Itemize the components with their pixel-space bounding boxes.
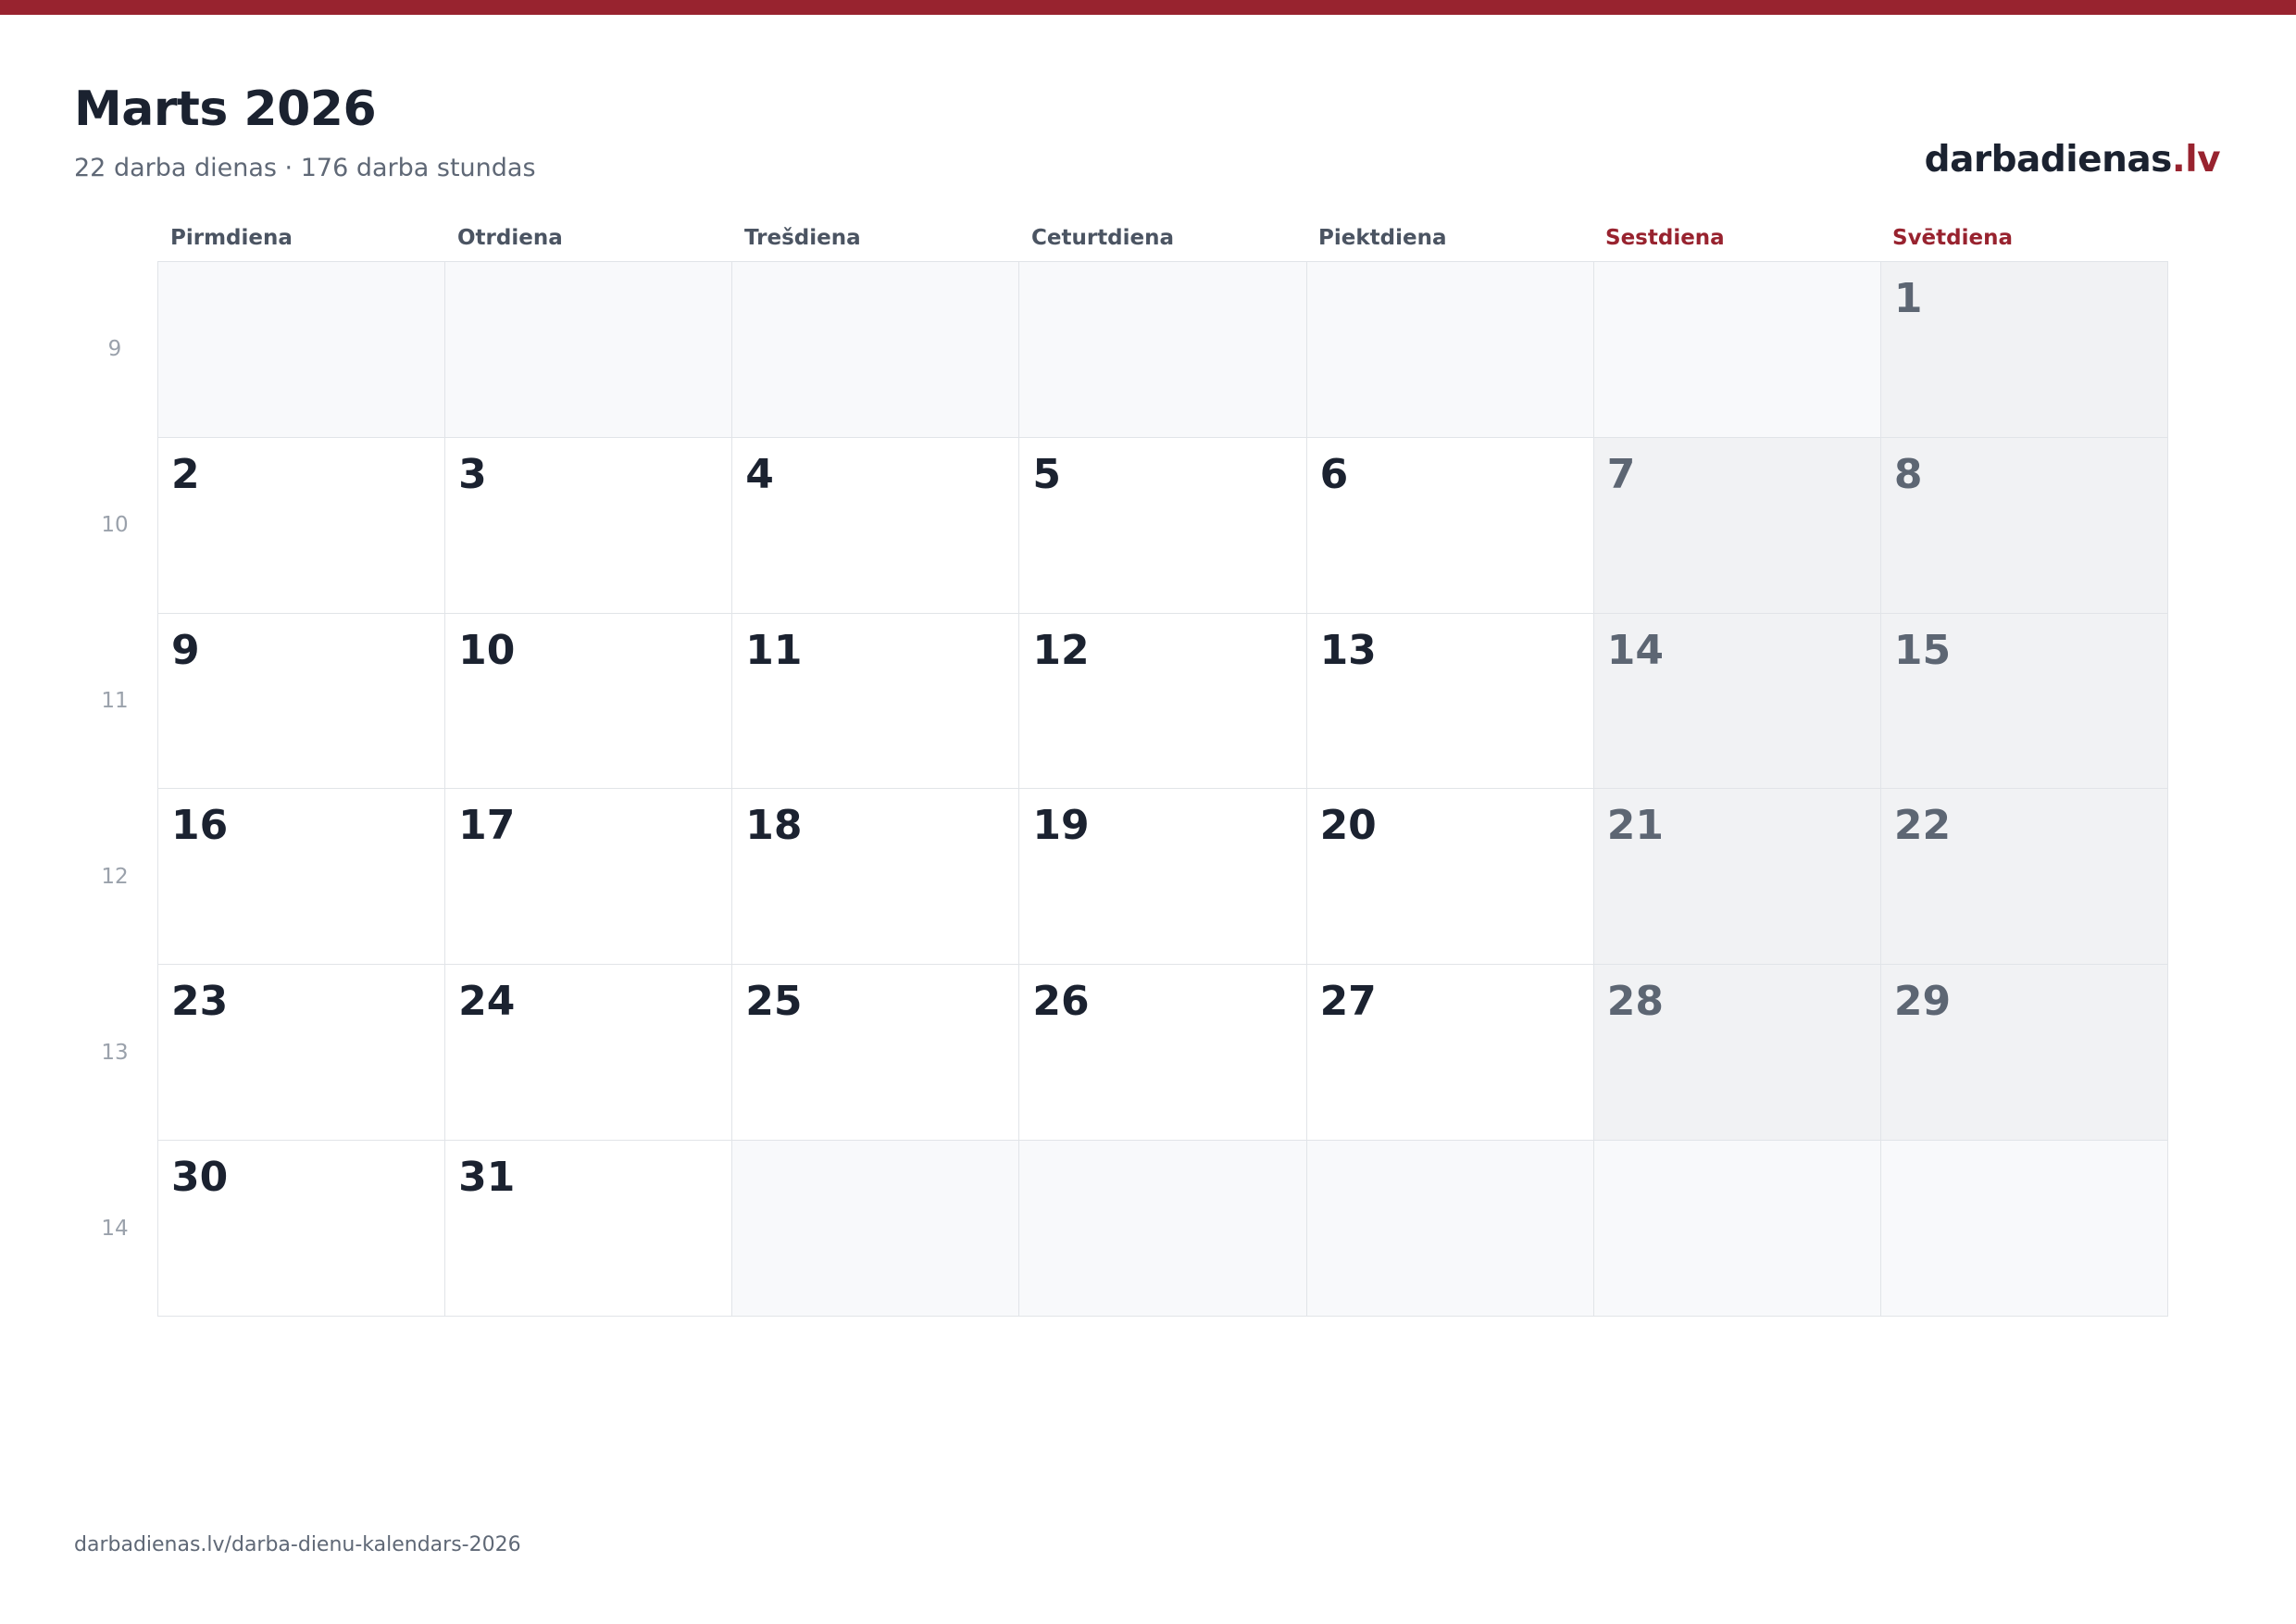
calendar-cell: 20 <box>1306 789 1594 966</box>
calendar-cell-empty <box>1593 262 1881 438</box>
day-number: 6 <box>1319 450 1349 498</box>
calendar-cell-weekend: 1 <box>1880 262 2168 438</box>
weekday-label-weekend: Svētdiena <box>1892 226 2013 250</box>
calendar-cell-empty <box>445 262 733 438</box>
calendar-cell-empty <box>1306 262 1594 438</box>
brand-tld: .lv <box>2171 139 2221 181</box>
weekday-label: Ceturtdiena <box>1031 226 1175 250</box>
day-number: 29 <box>1893 978 1952 1026</box>
week-number: 11 <box>101 689 129 713</box>
brand-logo: darbadienas.lv <box>1924 139 2221 181</box>
day-number: 31 <box>458 1154 516 1202</box>
calendar-cell-weekend: 15 <box>1880 613 2168 790</box>
calendar-cell: 17 <box>445 789 733 966</box>
calendar-cell: 10 <box>445 613 733 790</box>
day-number: 2 <box>171 450 200 498</box>
day-number: 4 <box>745 450 774 498</box>
week-number: 9 <box>107 337 122 361</box>
day-number: 13 <box>1319 626 1377 674</box>
day-number: 20 <box>1319 802 1377 850</box>
calendar-cell-weekend: 22 <box>1880 789 2168 966</box>
week-number: 13 <box>101 1041 129 1065</box>
day-number: 15 <box>1893 626 1952 674</box>
day-number: 17 <box>458 802 516 850</box>
day-number: 27 <box>1319 978 1377 1026</box>
day-number: 11 <box>745 626 803 674</box>
calendar-cell: 3 <box>445 437 733 614</box>
day-number: 30 <box>171 1154 229 1202</box>
day-number: 28 <box>1606 978 1664 1026</box>
calendar-cell-empty <box>158 262 446 438</box>
calendar-cell-empty <box>1880 1141 2168 1317</box>
calendar-cell-weekend: 7 <box>1593 437 1881 614</box>
calendar-cell: 24 <box>445 965 733 1142</box>
day-number: 3 <box>458 450 487 498</box>
weekday-label: Piektdiena <box>1318 226 1447 250</box>
day-number: 14 <box>1606 626 1664 674</box>
calendar-cell: 5 <box>1019 437 1307 614</box>
day-number: 18 <box>745 802 803 850</box>
calendar-cell-weekend: 21 <box>1593 789 1881 966</box>
calendar-cell: 13 <box>1306 613 1594 790</box>
calendar-cell-empty <box>732 1141 1020 1317</box>
calendar-cell-empty <box>1593 1141 1881 1317</box>
calendar-cell: 18 <box>732 789 1020 966</box>
footer-url: darbadienas.lv/darba-dienu-kalendars-202… <box>74 1533 521 1556</box>
page-title: Marts 2026 <box>74 81 377 137</box>
day-number: 19 <box>1032 802 1090 850</box>
top-accent-bar <box>0 0 2296 15</box>
day-number: 22 <box>1893 802 1952 850</box>
calendar-cell: 23 <box>158 965 446 1142</box>
day-number: 12 <box>1032 626 1090 674</box>
weekday-header: Pirmdiena Otrdiena Trešdiena Ceturtdiena… <box>157 226 2168 263</box>
weekday-label: Otrdiena <box>457 226 563 250</box>
weekday-label-weekend: Sestdiena <box>1605 226 1725 250</box>
week-number: 10 <box>101 513 129 537</box>
calendar-cell-weekend: 28 <box>1593 965 1881 1142</box>
calendar-cell: 27 <box>1306 965 1594 1142</box>
calendar-cell-empty <box>1019 1141 1307 1317</box>
weekday-label: Pirmdiena <box>170 226 293 250</box>
calendar-cell-weekend: 14 <box>1593 613 1881 790</box>
day-number: 16 <box>171 802 229 850</box>
calendar-grid: 1 2 3 4 5 6 7 8 9 10 11 12 13 14 15 16 17 18 19 20 21 22 23 24 2… <box>157 261 2168 1317</box>
week-number: 12 <box>101 865 129 889</box>
day-number: 25 <box>745 978 803 1026</box>
brand-name: darbadienas <box>1924 139 2173 181</box>
calendar-cell: 4 <box>732 437 1020 614</box>
calendar-cell: 25 <box>732 965 1020 1142</box>
calendar-cell-empty <box>1306 1141 1594 1317</box>
calendar-cell: 26 <box>1019 965 1307 1142</box>
day-number: 1 <box>1893 275 1923 322</box>
calendar-cell: 9 <box>158 613 446 790</box>
weekday-label: Trešdiena <box>744 226 861 250</box>
week-number: 14 <box>101 1217 129 1241</box>
calendar-cell: 19 <box>1019 789 1307 966</box>
calendar-cell: 16 <box>158 789 446 966</box>
day-number: 8 <box>1893 450 1923 498</box>
calendar-cell: 2 <box>158 437 446 614</box>
calendar-cell-weekend: 29 <box>1880 965 2168 1142</box>
day-number: 10 <box>458 626 516 674</box>
day-number: 9 <box>171 626 200 674</box>
day-number: 5 <box>1032 450 1062 498</box>
work-summary: 22 darba dienas · 176 darba stundas <box>74 154 536 182</box>
week-number-column: 9 10 11 12 13 14 <box>78 261 152 1317</box>
calendar-cell: 31 <box>445 1141 733 1317</box>
day-number: 24 <box>458 978 516 1026</box>
day-number: 26 <box>1032 978 1090 1026</box>
calendar-cell-weekend: 8 <box>1880 437 2168 614</box>
day-number: 21 <box>1606 802 1664 850</box>
calendar-cell-empty <box>732 262 1020 438</box>
calendar-cell: 12 <box>1019 613 1307 790</box>
calendar-cell-empty <box>1019 262 1307 438</box>
calendar-cell: 11 <box>732 613 1020 790</box>
day-number: 7 <box>1606 450 1636 498</box>
calendar-cell: 30 <box>158 1141 446 1317</box>
calendar-cell: 6 <box>1306 437 1594 614</box>
day-number: 23 <box>171 978 229 1026</box>
